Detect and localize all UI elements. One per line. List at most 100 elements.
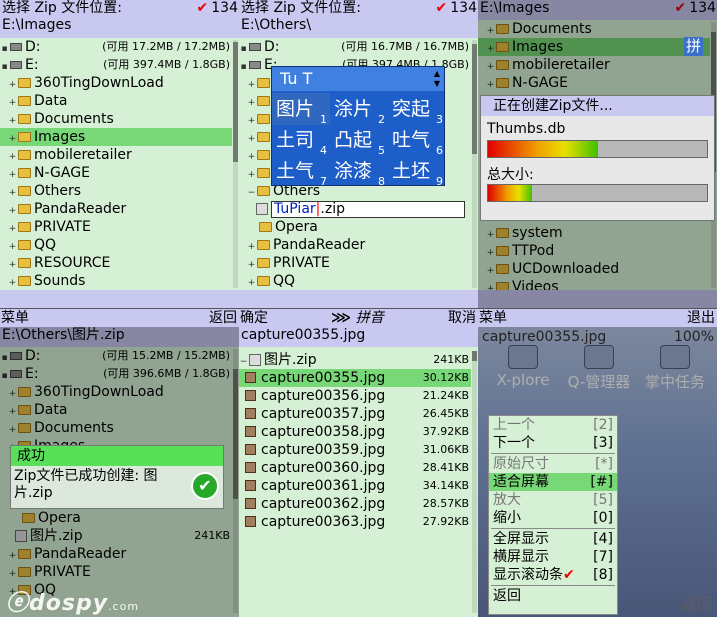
expand-icon[interactable]: + <box>8 220 17 236</box>
file-name: capture00359.jpg <box>261 442 386 458</box>
menu-item[interactable]: 全屏显示 [4] <box>489 530 617 548</box>
ime-candidate[interactable]: 图片 1 <box>272 93 330 126</box>
file-row[interactable]: capture00355.jpg 30.12KB <box>239 369 471 387</box>
menu-item[interactable]: 下一个 [3] <box>489 434 617 452</box>
folder-row[interactable]: + QQ <box>239 272 471 290</box>
expand-icon[interactable]: + <box>247 76 256 92</box>
expand-icon[interactable]: + <box>247 256 256 272</box>
file-row[interactable]: capture00359.jpg 31.06KB <box>239 441 471 459</box>
folder-row[interactable]: + PRIVATE <box>239 254 471 272</box>
expand-icon[interactable]: + <box>8 238 17 254</box>
drive-row[interactable]: ▪ D: (可用 16.7MB / 16.7MB) <box>239 38 471 56</box>
folder-row[interactable]: + PandaReader <box>239 236 471 254</box>
menu-softkey[interactable]: 菜单 <box>1 309 29 327</box>
folder-row[interactable]: + N-GAGE <box>0 164 232 182</box>
folder-row[interactable]: + Data <box>0 92 232 110</box>
expand-icon[interactable]: + <box>8 94 17 110</box>
expand-icon[interactable]: + <box>8 274 17 290</box>
expand-icon[interactable]: + <box>247 112 256 128</box>
menu-item[interactable]: 显示滚动条✔ [8] <box>489 566 617 584</box>
ime-candidate[interactable]: 土气 7 <box>272 155 330 188</box>
folder-list[interactable]: ▪ D: (可用 17.2MB / 17.2MB) ▪ E: (可用 397.4MB / … <box>0 38 232 290</box>
filename-input[interactable]: TuPiar|.zip <box>271 201 465 218</box>
expand-icon[interactable]: + <box>247 166 256 182</box>
expand-icon[interactable]: + <box>247 238 256 254</box>
menu-shortcut: [4] <box>593 531 613 547</box>
ime-candidate[interactable]: 吐气 6 <box>388 124 446 157</box>
expand-icon[interactable]: + <box>8 166 17 182</box>
drive-row[interactable]: ▪ E: (可用 397.4MB / 1.8GB) <box>0 56 232 74</box>
folder-row[interactable]: + PRIVATE <box>0 218 232 236</box>
scroll-arrows-icon[interactable]: ▲ ▼ <box>434 69 440 89</box>
cancel-softkey[interactable]: 取消 <box>448 309 476 327</box>
ok-softkey[interactable]: 确定 <box>240 309 268 327</box>
expand-icon[interactable]: + <box>8 256 17 272</box>
ime-candidate[interactable]: 土司 4 <box>272 124 330 157</box>
scrollbar[interactable] <box>472 351 477 613</box>
drive-size: (可用 17.2MB / 17.2MB) <box>102 40 230 53</box>
file-row[interactable]: capture00357.jpg 26.45KB <box>239 405 471 423</box>
folder-row[interactable]: + Images <box>0 128 232 146</box>
ime-candidate[interactable]: 突起 3 <box>388 93 446 126</box>
file-row[interactable]: capture00358.jpg 37.92KB <box>239 423 471 441</box>
folder-icon <box>18 258 31 268</box>
context-menu[interactable]: 上一个 [2] 下一个 [3] 原始尺寸 [*] 适合屏幕 [#] 放大 [5] 缩小 [0] 全屏显示… <box>488 415 618 615</box>
file-row[interactable]: capture00362.jpg 28.57KB <box>239 495 471 513</box>
file-row[interactable]: capture00360.jpg 28.41KB <box>239 459 471 477</box>
ime-candidate[interactable]: 土坯 9 <box>388 155 446 188</box>
count: 134 <box>450 0 477 16</box>
scrollbar[interactable] <box>472 40 477 288</box>
expand-icon[interactable]: ▪ <box>239 58 248 74</box>
expand-icon[interactable]: + <box>247 130 256 146</box>
expand-icon[interactable]: + <box>8 148 17 164</box>
folder-row[interactable]: + mobileretailer <box>0 146 232 164</box>
zip-row[interactable]: − 图片.zip 241KB <box>239 351 471 369</box>
expand-icon[interactable]: + <box>8 76 17 92</box>
menu-item[interactable]: 横屏显示 [7] <box>489 548 617 566</box>
expand-icon[interactable]: − <box>247 184 256 200</box>
ime-candidate-panel[interactable]: Tu T ▲ ▼ 图片 1 涂片 2 突起 3 土司 4 凸起 5 吐气 6 土气 7 涂漆 8 土坯 9 <box>271 66 446 188</box>
menu-item[interactable]: 适合屏幕 [#] <box>489 473 617 491</box>
back-softkey[interactable]: 返回 <box>209 309 237 327</box>
pane-zip-created: 菜单 返回 E:\Others\图片.zip ▪ D: (可用 15.2MB / 1… <box>0 309 239 617</box>
menu-softkey[interactable]: 菜单 <box>479 309 507 327</box>
folder-icon <box>257 258 270 268</box>
file-row[interactable]: capture00363.jpg 27.92KB <box>239 513 471 531</box>
expand-icon[interactable]: − <box>239 353 248 369</box>
folder-row[interactable]: +360TingDownLoad <box>0 74 232 92</box>
menu-item[interactable]: 缩小 [0] <box>489 509 617 527</box>
expand-icon[interactable]: ▪ <box>0 58 9 74</box>
folder-row[interactable]: + QQ <box>0 236 232 254</box>
file-size: 26.45KB <box>422 407 469 420</box>
softkey-bar: 菜单 返回 <box>0 309 239 327</box>
expand-icon[interactable]: + <box>247 274 256 290</box>
filename-row[interactable]: TuPiar|.zip <box>239 200 471 218</box>
exit-softkey[interactable]: 退出 <box>687 309 715 327</box>
file-list[interactable]: − 图片.zip 241KB capture00355.jpg 30.12KB captu… <box>239 351 471 617</box>
file-size: 28.57KB <box>422 497 469 510</box>
drive-row[interactable]: ▪ D: (可用 17.2MB / 17.2MB) <box>0 38 232 56</box>
folder-row[interactable]: + Documents <box>0 110 232 128</box>
ime-candidate[interactable]: 涂漆 8 <box>330 155 388 188</box>
ime-candidate[interactable]: 涂片 2 <box>330 93 388 126</box>
scrollbar[interactable] <box>233 40 238 288</box>
expand-icon[interactable]: + <box>8 184 17 200</box>
file-row[interactable]: capture00356.jpg 21.24KB <box>239 387 471 405</box>
image-file-icon <box>245 372 256 383</box>
expand-icon[interactable]: + <box>247 148 256 164</box>
folder-row[interactable]: + RESOURCE <box>0 254 232 272</box>
expand-icon[interactable]: + <box>8 130 17 146</box>
expand-icon[interactable]: + <box>247 94 256 110</box>
ime-candidate[interactable]: 凸起 5 <box>330 124 388 157</box>
folder-row[interactable]: + Others <box>0 182 232 200</box>
folder-row[interactable]: + Sounds <box>0 272 232 290</box>
folder-row[interactable]: + PandaReader <box>0 200 232 218</box>
file-row[interactable]: capture00361.jpg 34.14KB <box>239 477 471 495</box>
check-icon: ✔ <box>196 0 209 16</box>
expand-icon[interactable]: + <box>8 112 17 128</box>
expand-icon[interactable]: ▪ <box>239 40 248 56</box>
expand-icon[interactable]: ▪ <box>0 40 9 56</box>
menu-item[interactable]: 返回 <box>489 587 617 605</box>
expand-icon[interactable]: + <box>8 202 17 218</box>
folder-row[interactable]: Opera <box>239 218 471 236</box>
